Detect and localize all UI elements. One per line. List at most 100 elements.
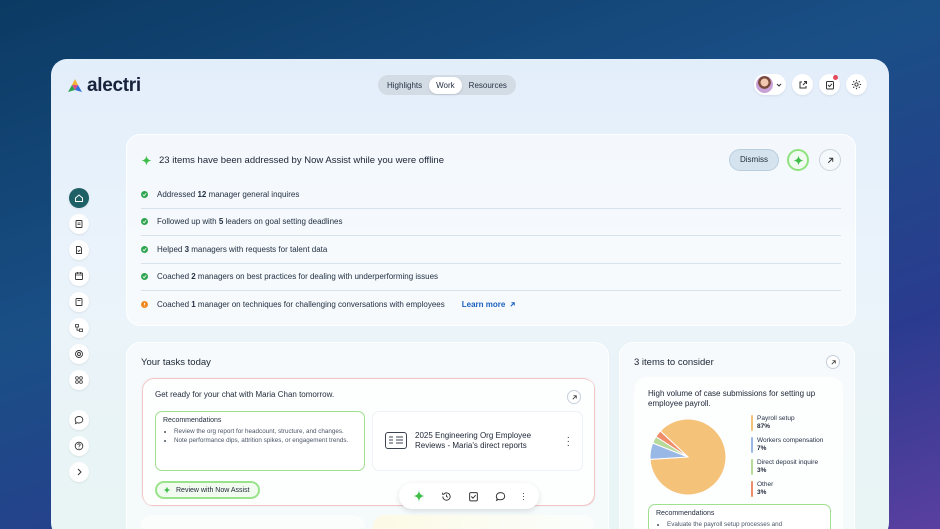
sparkle-icon[interactable] — [413, 490, 425, 502]
notebook-icon — [75, 298, 83, 306]
consider-title: 3 items to consider — [634, 357, 714, 368]
legend-swatch — [751, 415, 753, 431]
task-card-peek — [373, 515, 595, 529]
list-item: Review the org report for headcount, str… — [174, 428, 357, 436]
help-icon — [74, 441, 84, 451]
history-icon[interactable] — [441, 491, 452, 502]
legend-swatch — [751, 437, 753, 453]
consider-recommendations: Recommendations Evaluate the payroll set… — [648, 504, 831, 529]
sparkle-icon — [141, 155, 152, 166]
check-circle-icon — [141, 273, 148, 281]
review-with-now-assist-button[interactable]: Review with Now Assist — [155, 481, 260, 499]
items-to-consider-card: 3 items to consider High volume of case … — [619, 342, 855, 529]
open-external-button[interactable] — [819, 149, 841, 171]
legend-item: Payroll setup 87% — [751, 415, 823, 431]
recommendations-title: Recommendations — [163, 417, 222, 424]
list-item: Helped 3 managers with requests for tale… — [141, 236, 841, 264]
sidebar-item-apps[interactable] — [69, 370, 89, 390]
consider-open-button[interactable] — [826, 355, 840, 369]
alectri-logo-icon — [68, 79, 82, 92]
list-item: Followed up with 5 leaders on goal setti… — [141, 209, 841, 236]
tasks-button[interactable] — [819, 74, 840, 95]
sidebar-item-reports[interactable] — [69, 214, 89, 234]
legend-swatch — [751, 481, 753, 497]
document-icon — [75, 220, 83, 228]
target-icon — [75, 350, 83, 358]
chevron-down-icon — [776, 83, 782, 87]
list-item-text: Coached 2 managers on best practices for… — [157, 272, 439, 282]
list-item-text: Followed up with 5 leaders on goal setti… — [157, 217, 343, 227]
more-options-icon[interactable]: · · · — [567, 433, 570, 451]
task-heading: Get ready for your chat with Maria Chan … — [155, 390, 335, 399]
sidebar — [69, 188, 89, 482]
sidebar-item-files[interactable] — [69, 240, 89, 260]
grid-icon — [75, 376, 83, 384]
sidebar-expand-button[interactable] — [69, 462, 89, 482]
tasks-title: Your tasks today — [141, 357, 211, 368]
chat-bubble-icon[interactable] — [495, 491, 506, 502]
consider-item: High volume of case submissions for sett… — [634, 377, 843, 529]
legend-item: Workers compensation 7% — [751, 437, 823, 453]
now-assist-title: 23 items have been addressed by Now Assi… — [159, 155, 444, 166]
app-name: alectri — [87, 75, 141, 96]
recommendations-list: Review the org report for headcount, str… — [163, 428, 357, 445]
sparkle-icon — [163, 486, 171, 494]
legend-label: Payroll setup 87% — [757, 415, 795, 430]
legend-item: Direct deposit inquire 3% — [751, 459, 823, 475]
app-logo[interactable]: alectri — [67, 75, 141, 97]
legend-label: Workers compensation 7% — [757, 437, 824, 452]
view-tabs: Highlights Work Resources — [378, 75, 516, 95]
more-options-icon[interactable]: · · · — [522, 488, 525, 503]
tab-work[interactable]: Work — [429, 76, 462, 94]
gear-icon — [851, 79, 862, 90]
settings-button[interactable] — [846, 74, 867, 95]
sparkle-icon — [792, 154, 804, 166]
profile-menu-button[interactable] — [754, 74, 786, 95]
clipboard-check-icon[interactable] — [468, 491, 479, 502]
sidebar-item-home[interactable] — [69, 188, 89, 208]
legend-label: Direct deposit inquire 3% — [757, 459, 819, 474]
sidebar-item-calendar[interactable] — [69, 266, 89, 286]
notification-dot — [833, 75, 838, 80]
sidebar-item-org-chart[interactable] — [69, 318, 89, 338]
arrow-up-right-icon — [510, 302, 516, 307]
tab-highlights[interactable]: Highlights — [380, 77, 429, 94]
task-recommendations: Recommendations Review the org report fo… — [155, 411, 365, 471]
sidebar-item-help[interactable] — [69, 436, 89, 456]
legend-item: Other 3% — [751, 481, 823, 497]
check-circle-icon — [141, 190, 148, 198]
learn-more-link[interactable]: Learn more — [462, 300, 517, 309]
now-assist-button[interactable] — [787, 149, 809, 171]
file-attachment[interactable]: 2025 Engineering Org Employee Reviews - … — [372, 411, 583, 471]
list-item: Note performance dips, attrition spikes,… — [174, 437, 357, 445]
sidebar-item-goals[interactable] — [69, 344, 89, 364]
tab-resources[interactable]: Resources — [462, 77, 514, 94]
review-button-label: Review with Now Assist — [176, 486, 250, 494]
task-open-button[interactable] — [567, 390, 581, 404]
app-window: alectri Highlights Work Resources 23 ite… — [51, 59, 889, 529]
share-icon — [799, 80, 807, 88]
file-check-icon — [76, 246, 82, 254]
floating-action-bar: · · · — [399, 483, 539, 509]
arrow-up-right-icon — [571, 394, 577, 400]
sidebar-item-chat[interactable] — [69, 410, 89, 430]
share-button[interactable] — [792, 74, 813, 95]
legend-label: Other 3% — [757, 481, 774, 496]
avatar — [756, 76, 773, 93]
now-assist-item-list: Addressed 12 manager general inquires Fo… — [141, 181, 841, 319]
file-title: 2025 Engineering Org Employee Reviews - … — [415, 431, 532, 450]
report-file-icon — [385, 432, 407, 449]
arrow-up-right-icon — [827, 157, 833, 163]
calendar-icon — [75, 272, 83, 280]
dismiss-button[interactable]: Dismiss — [729, 149, 779, 171]
sidebar-item-notes[interactable] — [69, 292, 89, 312]
recommendations-list: Evaluate the payroll setup processes and — [656, 521, 823, 529]
now-assist-header: 23 items have been addressed by Now Assi… — [141, 155, 444, 166]
list-item: Coached 1 manager on techniques for chal… — [141, 291, 841, 319]
list-item-text: Helped 3 managers with requests for tale… — [157, 244, 328, 254]
alert-circle-icon — [141, 301, 148, 309]
check-circle-icon — [141, 218, 148, 226]
list-item-text: Coached 1 manager on techniques for chal… — [157, 300, 445, 310]
list-item-text: Addressed 12 manager general inquires — [157, 189, 300, 199]
payroll-pie-chart — [649, 418, 727, 496]
